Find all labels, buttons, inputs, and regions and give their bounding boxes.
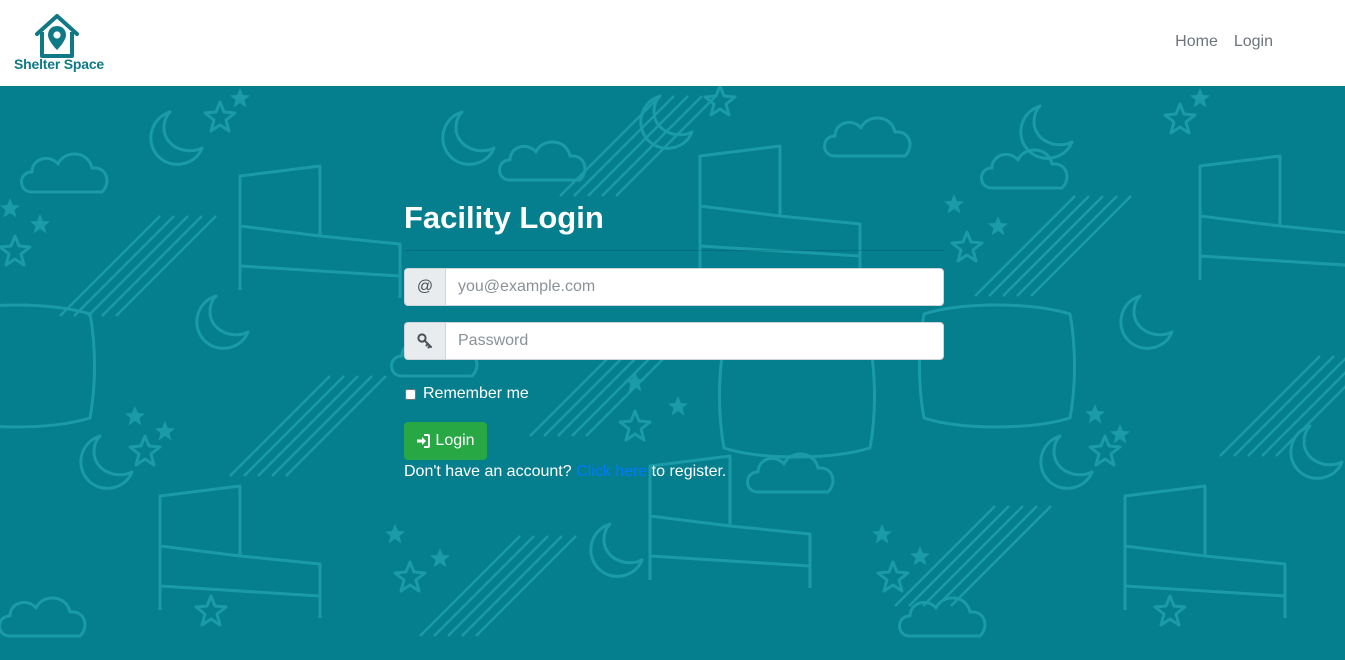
background-pattern <box>0 86 1345 660</box>
remember-me[interactable]: Remember me <box>404 385 529 403</box>
page-title: Facility Login <box>404 200 604 235</box>
login-button[interactable]: Login <box>404 422 487 460</box>
register-prefix: Don't have an account? <box>404 463 572 480</box>
password-field[interactable] <box>445 322 944 360</box>
remember-me-checkbox[interactable] <box>405 388 416 400</box>
register-prompt: Don't have an account? Click here to reg… <box>404 463 726 481</box>
nav-link-home[interactable]: Home <box>1175 33 1218 51</box>
at-sign-addon: @ <box>404 268 445 306</box>
email-field[interactable] <box>445 268 944 306</box>
remember-me-label: Remember me <box>423 385 529 402</box>
navbar: Shelter Space Home Login <box>0 0 1345 86</box>
nav-link-login[interactable]: Login <box>1234 33 1273 51</box>
nav-links: Home Login <box>1175 33 1273 51</box>
login-button-label: Login <box>435 432 475 449</box>
title-divider <box>404 250 944 251</box>
hero-section: Facility Login @ Remember me Lo <box>0 86 1345 660</box>
password-input-group <box>404 322 944 360</box>
house-pin-icon <box>35 14 79 58</box>
sign-in-icon <box>417 434 431 448</box>
register-suffix: to register. <box>651 463 727 480</box>
brand-name: Shelter Space <box>14 56 104 72</box>
register-link[interactable]: Click here <box>576 463 647 480</box>
email-input-group: @ <box>404 268 944 306</box>
brand-logo[interactable]: Shelter Space <box>10 10 110 76</box>
key-icon <box>404 322 445 360</box>
